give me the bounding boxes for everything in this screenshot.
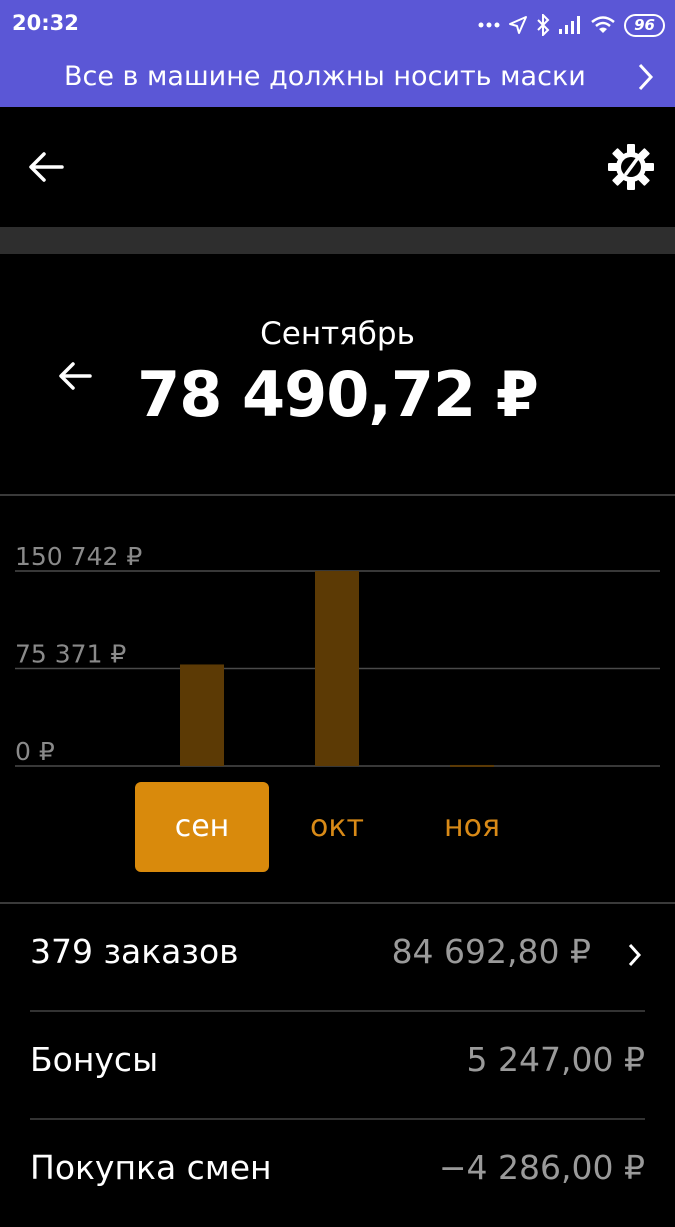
orders-label: 379 заказов — [30, 932, 239, 971]
back-arrow-icon[interactable] — [26, 147, 66, 187]
orders-value: 84 692,80 ₽ — [391, 932, 591, 971]
month-button-oct[interactable]: окт — [270, 782, 404, 872]
shift-purchase-value: −4 286,00 ₽ — [438, 1148, 645, 1187]
bonuses-label: Бонусы — [30, 1040, 159, 1079]
chart-bar-окт[interactable] — [315, 571, 359, 766]
bonuses-row: Бонусы 5 247,00 ₽ — [30, 1012, 645, 1119]
section-divider — [0, 227, 675, 254]
chevron-right-icon — [638, 63, 654, 91]
status-bar: 20:32 96 — [0, 0, 675, 50]
chevron-right-icon — [628, 943, 642, 967]
chart-bar-сен[interactable] — [180, 664, 224, 766]
divider-line — [0, 494, 675, 496]
announcement-banner[interactable]: Все в машине должны носить маски — [0, 50, 675, 107]
signal-icon — [559, 16, 581, 34]
top-app-bar — [0, 107, 675, 227]
orders-row[interactable]: 379 заказов 84 692,80 ₽ — [30, 904, 645, 1011]
battery-icon: 96 — [624, 13, 665, 37]
earnings-bar-chart: 150 742 ₽ 75 371 ₽ 0 ₽ — [15, 542, 660, 767]
chart-y-tick-label: 0 ₽ — [15, 737, 55, 766]
banner-text: Все в машине должны носить маски — [64, 61, 586, 92]
chart-y-tick-label: 75 371 ₽ — [15, 640, 126, 669]
location-icon — [509, 16, 528, 34]
month-button-nov[interactable]: ноя — [405, 782, 539, 872]
month-title: Сентябрь — [260, 316, 415, 352]
status-icons: 96 — [478, 8, 665, 42]
wifi-icon — [591, 16, 615, 33]
chart-y-tick-label: 150 742 ₽ — [15, 542, 142, 571]
shift-purchase-label: Покупка смен — [30, 1148, 272, 1187]
more-dots-icon — [478, 22, 500, 28]
shift-purchase-row: Покупка смен −4 286,00 ₽ — [30, 1120, 645, 1227]
bonuses-value: 5 247,00 ₽ — [466, 1040, 645, 1079]
month-total-amount: 78 490,72 ₽ — [137, 358, 539, 431]
bluetooth-icon — [537, 14, 550, 36]
month-button-sep[interactable]: сен — [135, 782, 269, 872]
status-time: 20:32 — [12, 11, 79, 35]
chart-bar-ноя[interactable] — [450, 764, 494, 767]
settings-gear-icon[interactable] — [607, 143, 655, 191]
